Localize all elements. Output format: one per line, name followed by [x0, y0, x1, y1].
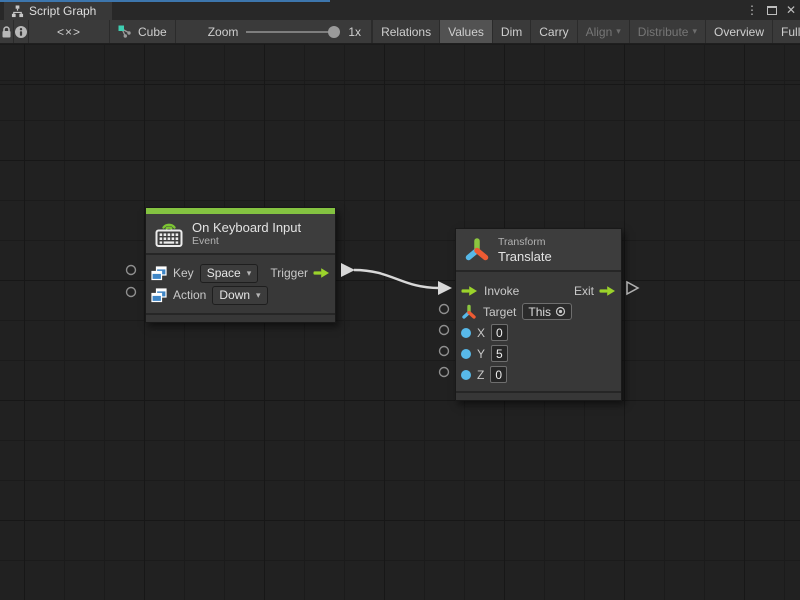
chevron-down-icon: ▾: [256, 290, 261, 301]
zoom-slider[interactable]: [246, 26, 340, 38]
code-icon: <×>: [37, 25, 101, 39]
zoom-slider-track: [246, 31, 332, 33]
node-subtitle: Event: [192, 235, 301, 248]
zoom-label: Zoom: [208, 25, 239, 39]
graph-toolbar: <×> Cube Zoom 1x Relations Values Dim Ca…: [0, 20, 800, 44]
port-label-exit: Exit: [574, 284, 594, 298]
node-transform-translate[interactable]: Transform Translate Invoke Exit: [455, 228, 622, 401]
node-category: Transform: [498, 236, 552, 249]
action-type-icon: [151, 288, 167, 303]
port-label-target: Target: [483, 305, 516, 319]
port-row-key: Key Space ▾ Trigger: [146, 262, 335, 284]
x-value-field[interactable]: 0: [491, 324, 508, 341]
port-label-z: Z: [477, 368, 484, 382]
port-row-y: Y 5: [456, 343, 621, 364]
transform-icon: [464, 236, 490, 264]
script-machine-icon: [118, 25, 132, 38]
info-icon: [14, 25, 28, 39]
node-header[interactable]: Transform Translate: [456, 229, 621, 270]
y-value-field[interactable]: 5: [491, 345, 508, 362]
graph-target-breadcrumb[interactable]: Cube: [110, 20, 176, 43]
lock-button[interactable]: [0, 20, 14, 43]
tab-strip: Script Graph ⋮ ✕: [0, 0, 800, 20]
node-body: Key Space ▾ Trigger Action: [146, 253, 335, 313]
transform-type-icon: [461, 304, 477, 320]
toolbar-button-carry[interactable]: Carry: [530, 20, 576, 43]
inspect-button[interactable]: [14, 20, 29, 43]
target-object-field[interactable]: This: [522, 303, 572, 320]
close-icon[interactable]: ✕: [786, 0, 796, 20]
z-value-field[interactable]: 0: [490, 366, 507, 383]
node-title: On Keyboard Input: [192, 220, 301, 235]
port-label-x: X: [477, 326, 485, 340]
port-row-action: Action Down ▾: [146, 284, 335, 306]
toolbar-button-distribute[interactable]: Distribute ▾: [629, 20, 705, 43]
action-dropdown[interactable]: Down ▾: [212, 286, 267, 305]
toolbar-button-align[interactable]: Align ▾: [577, 20, 629, 43]
port-label-invoke: Invoke: [484, 284, 519, 298]
toolbar-button-dim[interactable]: Dim: [492, 20, 530, 43]
port-row-z: Z 0: [456, 364, 621, 385]
node-on-keyboard-input[interactable]: On Keyboard Input Event Key Space ▾ Trig…: [145, 207, 336, 323]
port-row-x: X 0: [456, 322, 621, 343]
object-picker-icon[interactable]: [555, 306, 566, 317]
chevron-down-icon: ▾: [247, 268, 252, 279]
port-label-trigger: Trigger: [270, 266, 308, 280]
zoom-control: Zoom 1x: [176, 20, 372, 43]
port-row-invoke: Invoke Exit: [456, 280, 621, 301]
zoom-slider-knob[interactable]: [328, 26, 340, 38]
graph-target-label: Cube: [138, 25, 167, 39]
node-title: Translate: [498, 249, 552, 264]
code-preview-button[interactable]: <×>: [29, 20, 110, 43]
zoom-value: 1x: [348, 25, 361, 39]
port-row-target: Target This: [456, 301, 621, 322]
chevron-down-icon: ▾: [692, 26, 697, 37]
window-menu-icon[interactable]: ⋮: [746, 0, 758, 20]
keyboard-event-icon: [154, 220, 184, 248]
value-port-dot: [461, 328, 471, 338]
flow-arrow-icon[interactable]: [599, 285, 616, 297]
toolbar-button-relations[interactable]: Relations: [372, 20, 439, 43]
window-controls: ⋮ ✕: [746, 0, 796, 20]
tab-title: Script Graph: [29, 4, 96, 18]
lock-icon: [0, 25, 13, 39]
key-dropdown[interactable]: Space ▾: [200, 264, 259, 283]
graph-hierarchy-icon: [11, 5, 24, 18]
maximize-icon[interactable]: [767, 6, 777, 15]
keycode-type-icon: [151, 266, 167, 281]
node-header[interactable]: On Keyboard Input Event: [146, 214, 335, 253]
value-port-dot: [461, 349, 471, 359]
tab-script-graph[interactable]: Script Graph: [4, 2, 112, 20]
node-body: Invoke Exit Target This: [456, 270, 621, 391]
node-footer: [456, 391, 621, 400]
flow-arrow-icon[interactable]: [461, 285, 478, 297]
port-label-y: Y: [477, 347, 485, 361]
port-label-action: Action: [173, 288, 206, 302]
chevron-down-icon: ▾: [616, 26, 621, 37]
port-label-key: Key: [173, 266, 194, 280]
toolbar-button-overview[interactable]: Overview: [705, 20, 772, 43]
flow-arrow-icon[interactable]: [313, 267, 330, 279]
toolbar-button-fullscreen[interactable]: Full Screen: [772, 20, 800, 43]
node-footer: [146, 313, 335, 322]
toolbar-button-values[interactable]: Values: [439, 20, 492, 43]
graph-canvas[interactable]: [0, 44, 800, 600]
value-port-dot: [461, 370, 471, 380]
